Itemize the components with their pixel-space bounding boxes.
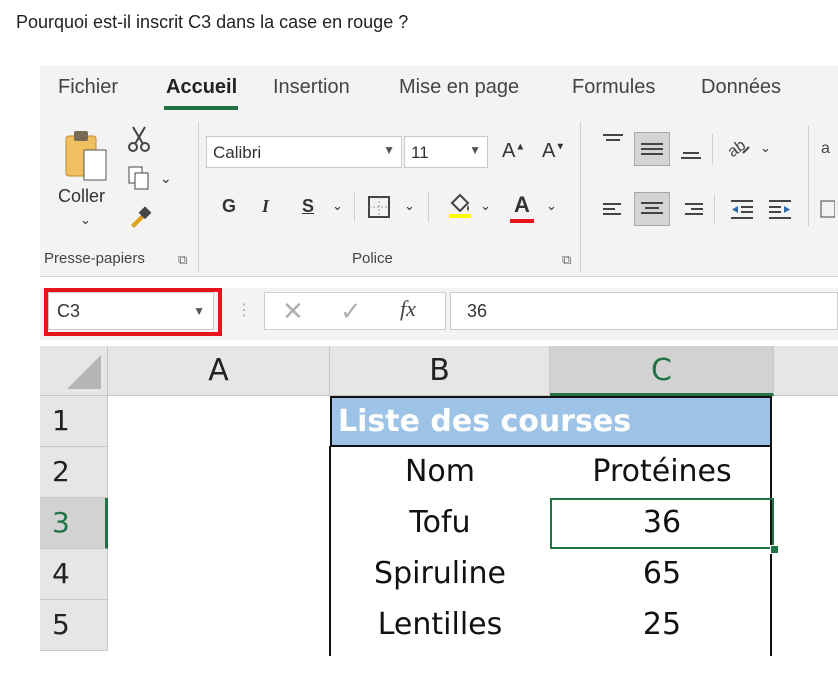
increase-indent-icon[interactable] xyxy=(766,196,794,222)
chevron-down-icon: ▼ xyxy=(469,143,481,157)
question-text: Pourquoi est-il inscrit C3 dans la case … xyxy=(16,12,409,32)
align-right-icon[interactable] xyxy=(680,198,706,222)
grow-font-label: A xyxy=(502,140,516,162)
cell-b4[interactable]: Spiruline xyxy=(330,549,550,600)
tab-mise-en-page[interactable]: Mise en page xyxy=(399,76,519,99)
active-tab-indicator xyxy=(164,106,238,110)
cell-c2[interactable]: Protéines xyxy=(550,447,774,498)
font-color-button[interactable]: A xyxy=(514,192,530,218)
paste-icon[interactable] xyxy=(62,126,112,188)
font-name-value: Calibri xyxy=(213,143,262,162)
drag-handle-icon[interactable]: ⋮ xyxy=(236,300,252,320)
ribbon-tabs: Fichier Accueil Insertion Mise en page F… xyxy=(40,66,838,116)
separator xyxy=(428,192,429,222)
align-top-icon[interactable] xyxy=(600,130,626,154)
tab-donnees[interactable]: Données xyxy=(701,76,781,99)
align-left-icon[interactable] xyxy=(600,198,626,222)
column-header-c[interactable]: C xyxy=(550,346,774,396)
align-center-button[interactable] xyxy=(634,192,670,226)
paste-label[interactable]: Coller xyxy=(58,186,105,207)
decrease-indent-icon[interactable] xyxy=(728,196,756,222)
copy-icon[interactable] xyxy=(126,164,152,192)
table-title: Liste des courses xyxy=(338,404,632,439)
column-header-b[interactable]: B xyxy=(330,346,550,396)
cell-b5[interactable]: Lentilles xyxy=(330,600,550,651)
shrink-font-label: A xyxy=(542,140,556,162)
select-all-triangle xyxy=(67,355,101,389)
separator xyxy=(712,134,713,164)
clipboard-group-label: Presse-papiers xyxy=(44,250,145,267)
formula-value: 36 xyxy=(467,301,488,321)
align-bottom-icon[interactable] xyxy=(678,140,704,164)
borders-dropdown-icon[interactable]: ⌄ xyxy=(404,198,415,214)
bold-button[interactable]: G xyxy=(222,196,236,217)
column-header-d[interactable] xyxy=(774,346,838,396)
font-color-swatch xyxy=(510,219,534,223)
separator xyxy=(354,192,355,222)
cell-c4[interactable]: 65 xyxy=(550,549,774,600)
chevron-down-icon: ▼ xyxy=(383,143,395,157)
tab-accueil[interactable]: Accueil xyxy=(166,76,237,99)
ribbon: Coller ⌄ ⌄ Presse-papiers ⧉ Calibri ▼ 11… xyxy=(40,116,838,277)
clipboard-launcher-icon[interactable]: ⧉ xyxy=(178,252,187,268)
cut-icon[interactable] xyxy=(126,124,152,154)
format-painter-icon[interactable] xyxy=(126,202,154,230)
shrink-font-button[interactable]: A▼ xyxy=(542,140,565,163)
tab-formules[interactable]: Formules xyxy=(572,76,655,99)
name-box-highlight xyxy=(44,288,222,336)
insert-function-button[interactable]: fx xyxy=(400,296,416,322)
fill-handle[interactable] xyxy=(770,545,779,554)
row-header-4[interactable]: 4 xyxy=(40,549,108,600)
paste-dropdown-icon[interactable]: ⌄ xyxy=(80,212,91,228)
confirm-icon[interactable]: ✓ xyxy=(340,296,362,327)
wrap-text-icon[interactable]: a xyxy=(818,134,836,160)
font-size-value: 11 xyxy=(411,143,429,162)
cell-c5[interactable]: 25 xyxy=(550,600,774,651)
separator xyxy=(198,122,199,272)
copy-dropdown-icon[interactable]: ⌄ xyxy=(160,170,172,187)
underline-dropdown-icon[interactable]: ⌄ xyxy=(332,198,343,214)
separator xyxy=(808,126,809,226)
row-header-3[interactable]: 3 xyxy=(40,498,108,549)
cancel-icon[interactable]: ✕ xyxy=(282,296,304,327)
excel-window: Fichier Accueil Insertion Mise en page F… xyxy=(40,66,838,656)
cell-b3[interactable]: Tofu xyxy=(330,498,550,549)
grow-font-button[interactable]: A▲ xyxy=(502,140,525,163)
tab-insertion[interactable]: Insertion xyxy=(273,76,350,99)
merge-icon[interactable] xyxy=(818,196,836,222)
orientation-dropdown-icon[interactable]: ⌄ xyxy=(760,140,771,156)
font-launcher-icon[interactable]: ⧉ xyxy=(562,252,571,268)
separator xyxy=(580,122,581,272)
fill-color-icon[interactable] xyxy=(446,190,474,220)
separator xyxy=(714,194,715,224)
column-header-a[interactable]: A xyxy=(108,346,330,396)
underline-button[interactable]: S xyxy=(302,196,314,217)
row-header-2[interactable]: 2 xyxy=(40,447,108,498)
spreadsheet-grid: A B C 1 2 3 4 5 Liste des courses Nom Pr… xyxy=(40,346,838,656)
orientation-icon[interactable]: ab xyxy=(724,132,752,160)
formula-bar: C3 ▼ ⋮ ✕ ✓ fx 36 xyxy=(40,288,838,340)
font-name-combo[interactable]: Calibri ▼ xyxy=(206,136,402,168)
borders-icon[interactable] xyxy=(366,194,392,220)
font-group-label: Police xyxy=(352,250,393,267)
tab-fichier[interactable]: Fichier xyxy=(58,76,118,99)
font-size-combo[interactable]: 11 ▼ xyxy=(404,136,488,168)
formula-input[interactable]: 36 xyxy=(450,292,838,330)
cell-b2[interactable]: Nom xyxy=(330,447,550,498)
fill-color-dropdown-icon[interactable]: ⌄ xyxy=(480,198,491,214)
align-middle-button[interactable] xyxy=(634,132,670,166)
active-cell-border xyxy=(550,498,774,549)
row-header-1[interactable]: 1 xyxy=(40,396,108,447)
title-cell[interactable]: Liste des courses xyxy=(330,396,772,447)
font-color-dropdown-icon[interactable]: ⌄ xyxy=(546,198,557,214)
row-header-5[interactable]: 5 xyxy=(40,600,108,651)
select-all-button[interactable] xyxy=(40,346,108,396)
svg-text:a: a xyxy=(821,140,830,157)
italic-button[interactable]: I xyxy=(262,196,269,217)
svg-text:ab: ab xyxy=(725,137,749,159)
